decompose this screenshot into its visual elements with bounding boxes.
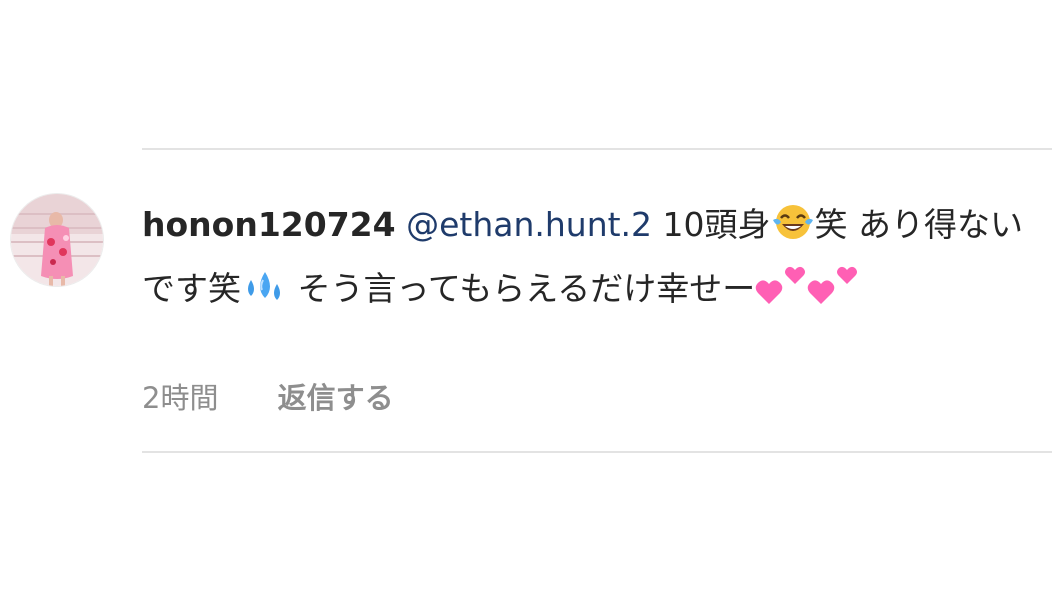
- comment-mention[interactable]: @ethan.hunt.2: [406, 205, 652, 244]
- comment-text: honon120724 @ethan.hunt.2 10頭身 笑 あり得ないです…: [142, 196, 1042, 324]
- sweat-droplets-icon: [241, 266, 287, 324]
- comment-username[interactable]: honon120724: [142, 205, 396, 244]
- comment-timestamp: 2時間: [142, 381, 219, 415]
- comment-meta: 2時間 返信する: [142, 376, 394, 420]
- reply-button[interactable]: 返信する: [278, 381, 394, 415]
- comment-body: honon120724 @ethan.hunt.2 10頭身 笑 あり得ないです…: [142, 196, 1042, 324]
- bottom-divider: [142, 451, 1052, 453]
- avatar[interactable]: [10, 193, 104, 287]
- two-hearts-icon: [807, 262, 859, 324]
- two-hearts-icon: [755, 262, 807, 324]
- top-divider: [142, 148, 1052, 150]
- face-with-tears-of-joy-icon: [771, 202, 815, 260]
- comment-text-part3: そう言ってもらえるだけ幸せー: [287, 269, 756, 308]
- comment-text-part1: 10頭身: [652, 205, 771, 244]
- avatar-photo: [11, 194, 103, 286]
